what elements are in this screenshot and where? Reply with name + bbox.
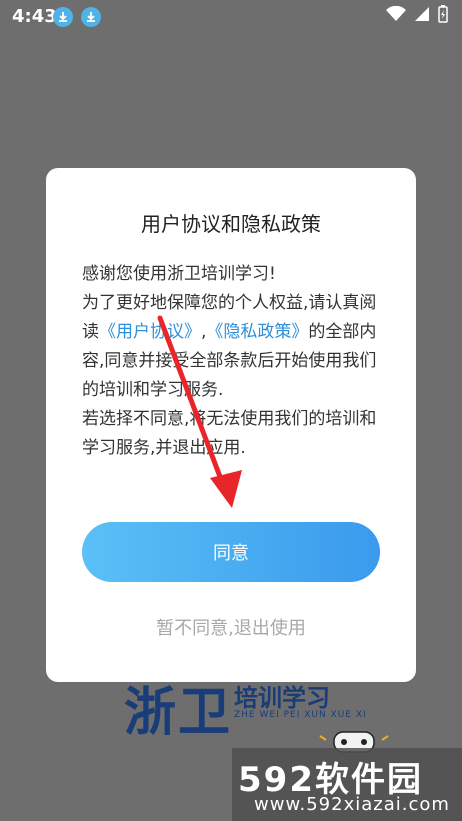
annotation-arrow [157, 315, 242, 508]
watermark-url: www.592xiazai.com [254, 794, 450, 815]
site-watermark: 592软件园 www.592xiazai.com [232, 748, 462, 821]
